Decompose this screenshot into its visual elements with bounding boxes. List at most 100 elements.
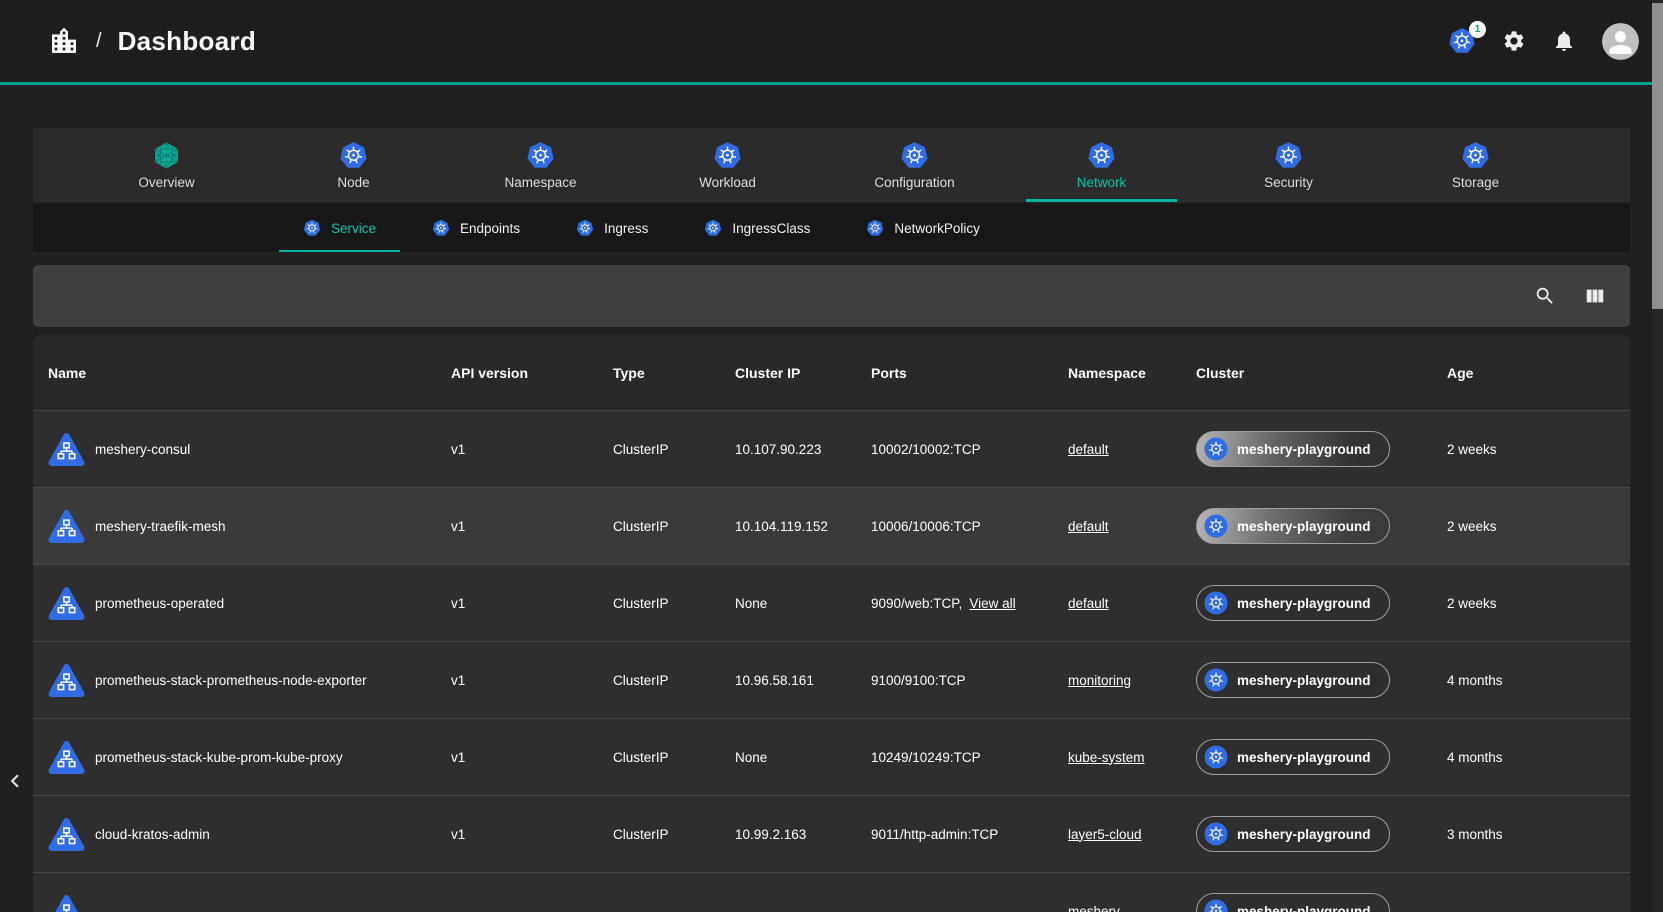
namespace-link[interactable]: layer5-cloud bbox=[1068, 827, 1142, 842]
cluster-name: meshery-playground bbox=[1237, 519, 1371, 534]
column-header-ports[interactable]: Ports bbox=[871, 335, 1068, 410]
organization-city-icon[interactable] bbox=[48, 25, 80, 57]
age-value: 2 weeks bbox=[1447, 488, 1630, 564]
subtab-service[interactable]: Service bbox=[275, 204, 404, 252]
kubernetes-icon bbox=[303, 219, 321, 237]
subtab-label: Service bbox=[331, 221, 376, 236]
tab-security[interactable]: Security bbox=[1195, 128, 1382, 202]
namespace-link[interactable]: default bbox=[1068, 596, 1109, 611]
kubernetes-icon bbox=[713, 141, 742, 170]
service-name: prometheus-stack-kube-prom-kube-proxy bbox=[95, 750, 343, 765]
service-name: prometheus-stack-prometheus-node-exporte… bbox=[95, 673, 367, 688]
search-icon[interactable] bbox=[1534, 285, 1556, 307]
main-content: Overview Node Namespace Workload Configu… bbox=[33, 128, 1630, 912]
subtab-label: IngressClass bbox=[732, 221, 810, 236]
cluster-chip[interactable]: meshery-playground bbox=[1196, 893, 1390, 912]
cluster-chip[interactable]: meshery-playground bbox=[1196, 508, 1390, 544]
kubernetes-icon bbox=[1204, 899, 1228, 912]
tab-storage[interactable]: Storage bbox=[1382, 128, 1569, 202]
column-header-cluster[interactable]: Cluster bbox=[1196, 335, 1447, 410]
tab-node[interactable]: Node bbox=[260, 128, 447, 202]
cluster-ip-value bbox=[735, 873, 871, 912]
cluster-ip-value: None bbox=[735, 565, 871, 641]
table-row[interactable]: cloud-kratos-admin v1 ClusterIP 10.99.2.… bbox=[33, 795, 1630, 872]
api-version-value: v1 bbox=[451, 642, 613, 718]
age-value: 2 weeks bbox=[1447, 565, 1630, 641]
subtab-ingress[interactable]: Ingress bbox=[548, 204, 676, 252]
table-row[interactable]: prometheus-operated v1 ClusterIP None 90… bbox=[33, 564, 1630, 641]
page-title: Dashboard bbox=[118, 26, 257, 57]
settings-gear-icon[interactable] bbox=[1502, 29, 1526, 53]
cluster-chip[interactable]: meshery-playground bbox=[1196, 585, 1390, 621]
tab-label: Workload bbox=[699, 175, 756, 190]
view-all-link[interactable]: View all bbox=[969, 596, 1015, 611]
tab-label: Configuration bbox=[874, 175, 954, 190]
cluster-name: meshery-playground bbox=[1237, 442, 1371, 457]
cluster-chip[interactable]: meshery-playground bbox=[1196, 431, 1390, 467]
type-value: ClusterIP bbox=[613, 488, 735, 564]
cluster-chip[interactable]: meshery-playground bbox=[1196, 662, 1390, 698]
service-icon bbox=[48, 817, 85, 852]
column-header-type[interactable]: Type bbox=[613, 335, 735, 410]
namespace-link[interactable]: monitoring bbox=[1068, 673, 1131, 688]
column-header-age[interactable]: Age bbox=[1447, 335, 1630, 410]
tab-namespace[interactable]: Namespace bbox=[447, 128, 634, 202]
subtab-ingressclass[interactable]: IngressClass bbox=[676, 204, 838, 252]
table-header-row: Name API version Type Cluster IP Ports N… bbox=[33, 335, 1630, 410]
tab-configuration[interactable]: Configuration bbox=[821, 128, 1008, 202]
service-icon bbox=[48, 894, 85, 912]
cluster-name: meshery-playground bbox=[1237, 904, 1371, 912]
table-row[interactable]: prometheus-stack-prometheus-node-exporte… bbox=[33, 641, 1630, 718]
cluster-chip[interactable]: meshery-playground bbox=[1196, 816, 1390, 852]
service-name: meshery-consul bbox=[95, 442, 190, 457]
page-scrollbar[interactable] bbox=[1652, 0, 1663, 912]
network-sub-tabs: Service Endpoints Ingress IngressClass N… bbox=[33, 204, 1630, 252]
app-header: / Dashboard 1 bbox=[0, 0, 1663, 85]
ports-value: 10002/10002:TCP bbox=[871, 442, 981, 457]
subtab-label: NetworkPolicy bbox=[894, 221, 980, 236]
table-row[interactable]: meshery-traefik-mesh v1 ClusterIP 10.104… bbox=[33, 487, 1630, 564]
api-version-value: v1 bbox=[451, 796, 613, 872]
kubernetes-icon bbox=[432, 219, 450, 237]
service-name: meshery-traefik-mesh bbox=[95, 519, 226, 534]
subtab-label: Ingress bbox=[604, 221, 648, 236]
view-columns-icon[interactable] bbox=[1584, 285, 1606, 307]
collapse-panel-chevron-icon[interactable] bbox=[2, 768, 28, 794]
user-avatar[interactable] bbox=[1602, 23, 1639, 60]
kubernetes-icon bbox=[1204, 437, 1228, 461]
scrollbar-thumb[interactable] bbox=[1652, 3, 1663, 309]
notifications-bell-icon[interactable] bbox=[1552, 29, 1576, 53]
column-header-api-version[interactable]: API version bbox=[451, 335, 613, 410]
subtab-networkpolicy[interactable]: NetworkPolicy bbox=[838, 204, 1008, 252]
tab-overview[interactable]: Overview bbox=[73, 128, 260, 202]
kubernetes-icon bbox=[1274, 141, 1303, 170]
kubernetes-icon bbox=[526, 141, 555, 170]
ports-value: 9011/http-admin:TCP bbox=[871, 827, 998, 842]
api-version-value: v1 bbox=[451, 411, 613, 487]
column-header-namespace[interactable]: Namespace bbox=[1068, 335, 1196, 410]
namespace-link[interactable]: default bbox=[1068, 442, 1109, 457]
type-value: ClusterIP bbox=[613, 642, 735, 718]
column-header-cluster-ip[interactable]: Cluster IP bbox=[735, 335, 871, 410]
type-value bbox=[613, 873, 735, 912]
tab-workload[interactable]: Workload bbox=[634, 128, 821, 202]
table-row[interactable]: prometheus-stack-kube-prom-kube-proxy v1… bbox=[33, 718, 1630, 795]
column-header-name[interactable]: Name bbox=[48, 335, 451, 410]
api-version-value: v1 bbox=[451, 488, 613, 564]
kubernetes-context-button[interactable]: 1 bbox=[1448, 27, 1476, 55]
cluster-ip-value: 10.107.90.223 bbox=[735, 411, 871, 487]
namespace-link[interactable]: kube-system bbox=[1068, 750, 1145, 765]
kubernetes-icon bbox=[1204, 668, 1228, 692]
tab-label: Storage bbox=[1452, 175, 1499, 190]
table-row[interactable]: meshery meshery-playground bbox=[33, 872, 1630, 912]
tab-network[interactable]: Network bbox=[1008, 128, 1195, 202]
tab-label: Overview bbox=[138, 175, 194, 190]
cluster-chip[interactable]: meshery-playground bbox=[1196, 739, 1390, 775]
cluster-ip-value: 10.96.58.161 bbox=[735, 642, 871, 718]
namespace-link[interactable]: default bbox=[1068, 519, 1109, 534]
api-version-value bbox=[451, 873, 613, 912]
namespace-link[interactable]: meshery bbox=[1068, 904, 1120, 912]
table-toolbar bbox=[33, 265, 1630, 327]
subtab-endpoints[interactable]: Endpoints bbox=[404, 204, 548, 252]
table-row[interactable]: meshery-consul v1 ClusterIP 10.107.90.22… bbox=[33, 410, 1630, 487]
